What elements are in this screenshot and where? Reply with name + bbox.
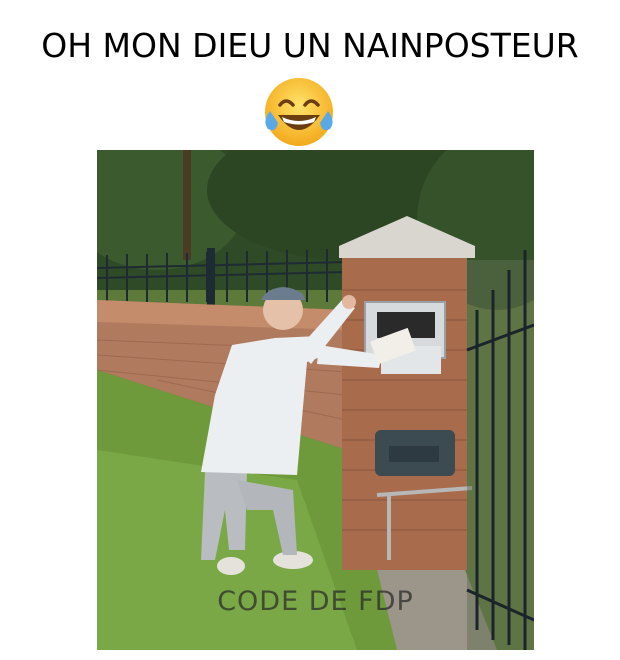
watermark-text: CODE DE FDP <box>217 586 414 617</box>
meme-photo: CODE DE FDP <box>97 150 534 650</box>
meme-caption: OH MON DIEU UN NAINPOSTEUR <box>41 26 579 65</box>
photo-scene <box>97 150 534 650</box>
face-with-tears-of-joy-icon <box>265 78 333 146</box>
